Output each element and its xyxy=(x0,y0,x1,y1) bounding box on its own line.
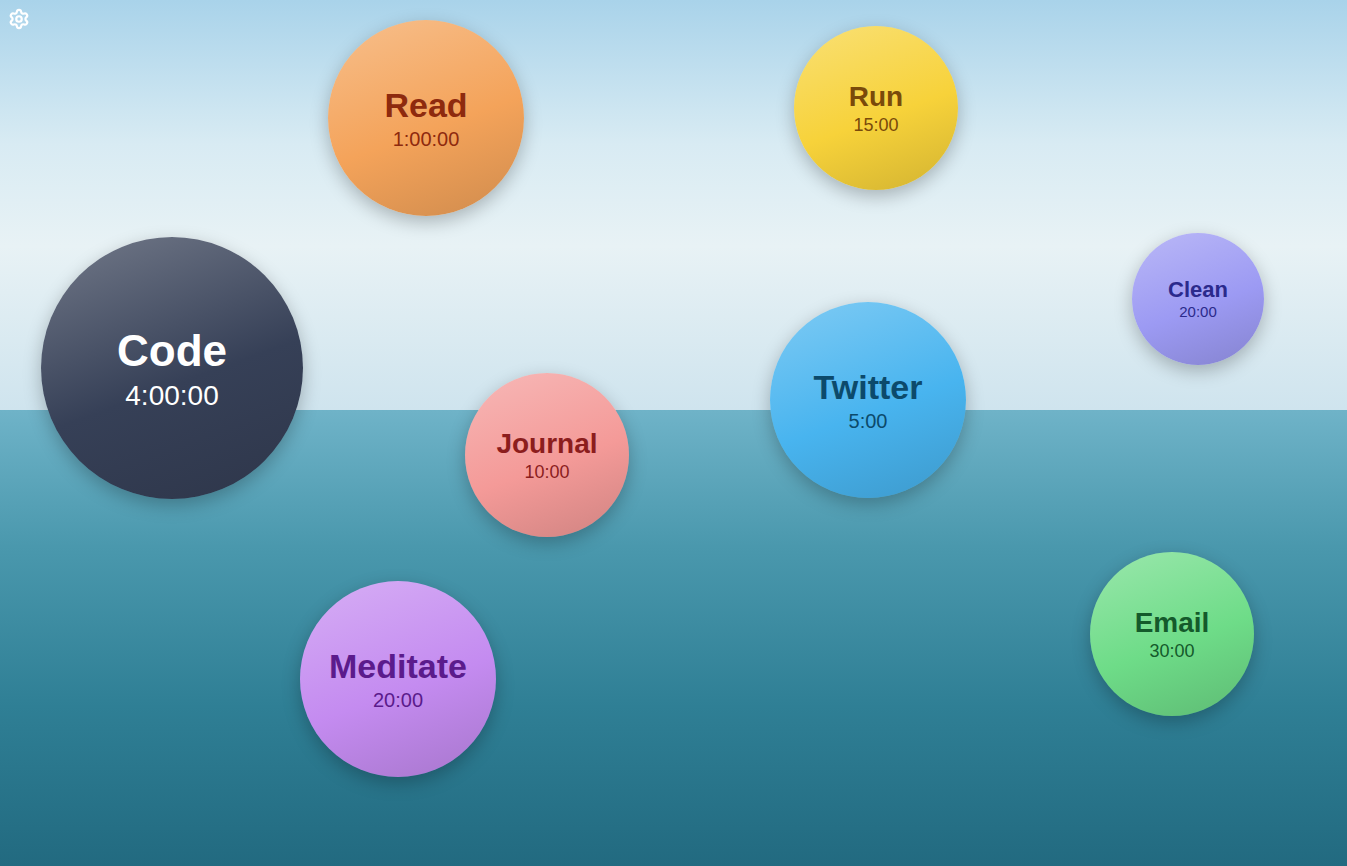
timer-bubble[interactable]: Run15:00 xyxy=(794,26,958,190)
timer-bubble[interactable]: Journal10:00 xyxy=(465,373,629,537)
bubble-time: 20:00 xyxy=(373,688,423,713)
bubble-time: 4:00:00 xyxy=(125,378,218,413)
bubble-label: Twitter xyxy=(814,366,923,409)
bubble-time: 20:00 xyxy=(1179,303,1217,322)
bubble-label: Meditate xyxy=(329,645,467,688)
timer-bubble[interactable]: Clean20:00 xyxy=(1132,233,1264,365)
gear-icon xyxy=(8,8,30,30)
settings-button[interactable] xyxy=(6,6,32,32)
bubble-time: 5:00 xyxy=(849,409,888,434)
bubble-time: 15:00 xyxy=(853,114,898,137)
app: Read1:00:00Run15:00Clean20:00Code4:00:00… xyxy=(0,0,1347,866)
bubble-label: Clean xyxy=(1168,276,1228,304)
bubble-time: 30:00 xyxy=(1149,640,1194,663)
bubble-label: Journal xyxy=(496,426,597,461)
timer-bubble[interactable]: Email30:00 xyxy=(1090,552,1254,716)
bubble-label: Read xyxy=(384,84,467,127)
timer-bubble[interactable]: Code4:00:00 xyxy=(41,237,303,499)
bubble-label: Code xyxy=(117,323,227,378)
timer-bubble[interactable]: Read1:00:00 xyxy=(328,20,524,216)
timer-bubble[interactable]: Twitter5:00 xyxy=(770,302,966,498)
bubble-label: Email xyxy=(1135,605,1210,640)
bubble-label: Run xyxy=(849,79,903,114)
bubble-time: 1:00:00 xyxy=(393,127,460,152)
timer-bubble[interactable]: Meditate20:00 xyxy=(300,581,496,777)
bubble-time: 10:00 xyxy=(524,461,569,484)
